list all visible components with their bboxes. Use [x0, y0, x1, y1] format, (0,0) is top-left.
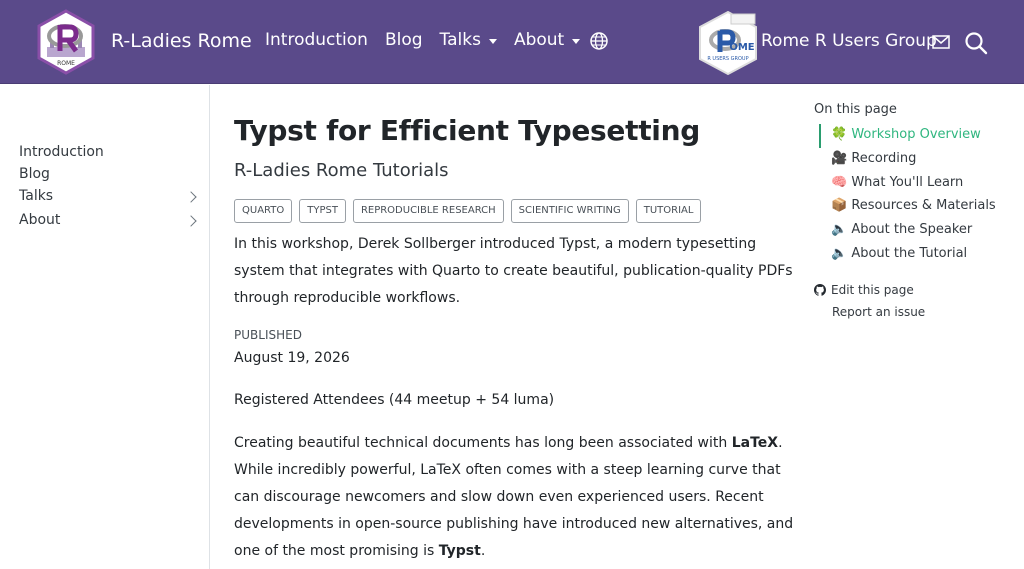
table-of-contents: On this page 🍀 Workshop Overview 🎥 Recor…: [814, 102, 996, 319]
report-issue-link[interactable]: Report an issue: [832, 305, 925, 319]
sidebar-item-blog[interactable]: Blog: [19, 166, 199, 182]
sidebar-item-talks[interactable]: Talks: [19, 188, 199, 204]
chevron-right-icon[interactable]: [185, 215, 197, 227]
mail-icon[interactable]: [932, 35, 950, 49]
body-paragraph: Creating beautiful technical documents h…: [234, 435, 794, 559]
category-scientific-writing[interactable]: SCIENTIFIC WRITING: [510, 199, 629, 223]
category-tutorial[interactable]: TUTORIAL: [635, 199, 702, 223]
caret-down-icon: [488, 38, 497, 44]
page-title: Typst for Efficient Typesetting: [234, 114, 700, 147]
toc-item-about-tutorial[interactable]: 🔈 About the Tutorial: [831, 246, 967, 261]
github-icon: [814, 284, 826, 296]
globe-icon[interactable]: [589, 31, 609, 51]
navbar: ROME R-Ladies Rome Introduction Blog Tal…: [0, 0, 1024, 84]
svg-text:OME: OME: [729, 42, 754, 53]
published-label: PUBLISHED: [234, 328, 302, 342]
r-ladies-rome-logo[interactable]: ROME: [36, 9, 96, 75]
intro-description: In this workshop, Derek Sollberger intro…: [234, 236, 793, 306]
sidebar-item-introduction[interactable]: Introduction: [19, 144, 199, 160]
page-subtitle: R-Ladies Rome Tutorials: [234, 160, 449, 181]
category-list: QUARTO TYPST REPRODUCIBLE RESEARCH SCIEN…: [234, 199, 708, 223]
svg-text:ROME: ROME: [57, 60, 75, 67]
svg-text:R USERS GROUP: R USERS GROUP: [707, 56, 748, 62]
nav-talks-dropdown[interactable]: Talks: [440, 30, 497, 50]
nav-about-dropdown[interactable]: About: [514, 30, 581, 50]
caret-down-icon: [572, 38, 581, 44]
toc-title: On this page: [814, 102, 897, 117]
chevron-right-icon[interactable]: [185, 191, 197, 203]
toc-item-about-speaker[interactable]: 🔈 About the Speaker: [831, 222, 972, 237]
rome-r-users-group-logo[interactable]: OME R USERS GROUP: [697, 10, 759, 76]
toc-item-resources-materials[interactable]: 📦 Resources & Materials: [831, 198, 996, 213]
toc-item-recording[interactable]: 🎥 Recording: [831, 151, 916, 166]
toc-item-what-youll-learn[interactable]: 🧠 What You'll Learn: [831, 175, 963, 190]
rome-group-link[interactable]: Rome R Users Group: [761, 31, 937, 51]
edit-page-link[interactable]: Edit this page: [814, 283, 914, 297]
attendees-text: Registered Attendees (44 meetup + 54 lum…: [234, 392, 555, 408]
category-typst[interactable]: TYPST: [299, 199, 346, 223]
toc-item-workshop-overview[interactable]: 🍀 Workshop Overview: [831, 127, 981, 142]
nav-blog[interactable]: Blog: [385, 30, 423, 50]
search-icon[interactable]: [964, 31, 988, 55]
published-date: August 19, 2026: [234, 350, 350, 366]
nav-introduction[interactable]: Introduction: [265, 30, 368, 50]
sidebar-item-about[interactable]: About: [19, 212, 199, 228]
category-reproducible-research[interactable]: REPRODUCIBLE RESEARCH: [352, 199, 504, 223]
sidebar: Introduction Blog Talks About: [0, 85, 210, 569]
category-quarto[interactable]: QUARTO: [234, 199, 293, 223]
nav-links: Introduction Blog Talks About: [265, 30, 597, 50]
toc-active-indicator: [819, 124, 821, 148]
brand-title[interactable]: R-Ladies Rome: [111, 30, 252, 52]
